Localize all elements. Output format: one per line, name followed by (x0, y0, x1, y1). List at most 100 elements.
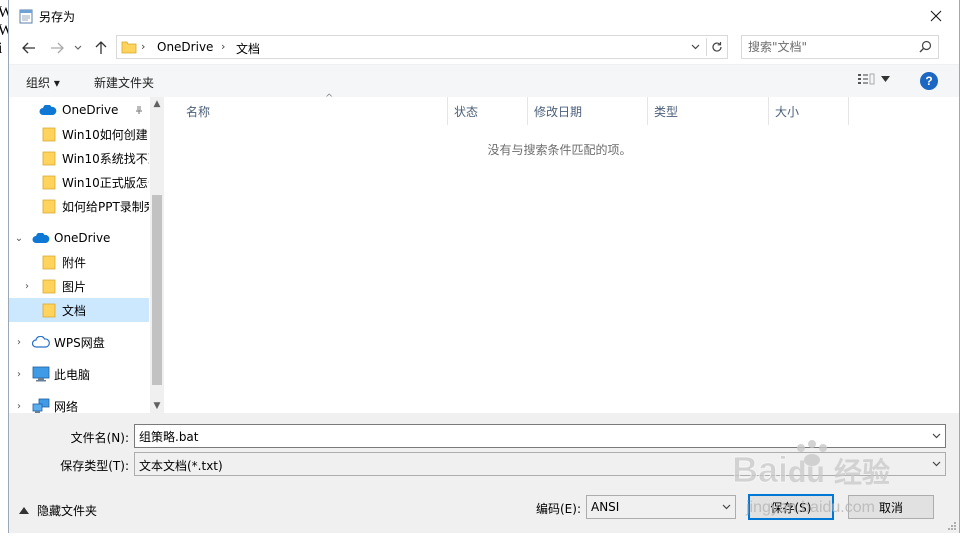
sidebar-item-label: 网络 (54, 399, 79, 414)
address-separator[interactable]: › (141, 40, 145, 53)
filename-dropdown-button[interactable] (929, 429, 943, 443)
chevron-down-icon (691, 44, 699, 50)
sidebar-item-label: OneDrive (62, 103, 119, 117)
search-box[interactable] (741, 35, 939, 59)
expander-expanded-icon[interactable]: ⌄ (13, 233, 25, 244)
sidebar-item-label: 如何给PPT录制旁 (62, 199, 149, 214)
column-header-label: 状态 (454, 104, 479, 119)
scroll-down-icon[interactable]: ▼ (150, 401, 164, 411)
column-header-status[interactable]: 状态 (448, 97, 528, 125)
encoding-select[interactable]: ANSI (586, 495, 736, 519)
dialog-title: 另存为 (39, 10, 76, 24)
new-folder-button[interactable]: 新建文件夹 (94, 74, 154, 91)
empty-list-message: 没有与搜索条件匹配的项。 (487, 143, 632, 157)
expander-collapsed-icon[interactable]: › (13, 369, 25, 380)
cloud-icon (32, 232, 50, 243)
address-bar[interactable]: › OneDrive › 文档 (116, 35, 728, 59)
close-button[interactable] (913, 0, 959, 31)
sidebar-item-label: 文档 (62, 303, 87, 318)
back-button[interactable] (18, 37, 40, 59)
sidebar-item-onedrive-pinned[interactable]: OneDrive (9, 98, 149, 122)
sidebar-item-pictures[interactable]: › 图片 (9, 274, 149, 298)
filetype-select[interactable]: 文本文档(*.txt) (134, 452, 946, 476)
scrollbar-thumb[interactable] (152, 195, 162, 385)
sidebar-item-label: Win10系统找不到 (62, 151, 149, 166)
cancel-button[interactable]: 取消 (848, 495, 934, 519)
up-button[interactable] (90, 37, 112, 59)
encoding-dropdown-button[interactable] (719, 500, 733, 514)
column-header-date-modified[interactable]: 修改日期 (528, 97, 648, 125)
notepad-icon (19, 9, 33, 24)
column-header-label: 大小 (775, 104, 800, 119)
sidebar-item-folder[interactable]: 如何给PPT录制旁 (9, 194, 149, 218)
sidebar-item-folder[interactable]: Win10系统找不到 (9, 146, 149, 170)
filetype-label: 保存类型(T): (60, 459, 129, 473)
folder-icon (42, 303, 56, 318)
scroll-up-icon[interactable]: ▲ (150, 99, 164, 109)
sidebar-item-label: OneDrive (54, 231, 111, 245)
address-segment-documents[interactable]: 文档 (236, 40, 260, 57)
chevron-up-icon (19, 507, 29, 514)
expander-collapsed-icon[interactable]: › (21, 281, 33, 292)
refresh-button[interactable] (706, 38, 726, 56)
chevron-down-icon (74, 45, 82, 50)
network-icon (32, 398, 50, 413)
folder-icon (121, 41, 137, 54)
address-separator[interactable]: › (221, 40, 225, 53)
chevron-down-icon (881, 76, 890, 82)
search-input[interactable] (748, 39, 908, 55)
save-options-panel: 文件名(N): 保存类型(T): 文本文档(*.txt) 隐藏文件夹 编码(E)… (9, 413, 959, 533)
chevron-down-icon (932, 461, 940, 467)
encoding-label: 编码(E): (536, 502, 581, 516)
sidebar-item-label: WPS网盘 (54, 335, 105, 350)
hide-folders-toggle[interactable]: 隐藏文件夹 (19, 502, 97, 519)
sidebar-item-wps-drive[interactable]: › WPS网盘 (9, 330, 149, 354)
arrow-left-icon (22, 42, 35, 54)
sidebar-item-label: Win10如何创建 (62, 127, 148, 142)
filetype-dropdown-button[interactable] (929, 457, 943, 471)
details-view-icon (858, 73, 875, 85)
save-button[interactable]: 保存(S) (748, 494, 834, 520)
sidebar-item-label: 附件 (62, 255, 87, 270)
recent-locations-button[interactable] (71, 37, 85, 59)
column-header-label: 类型 (654, 104, 679, 119)
sidebar-item-this-pc[interactable]: › 此电脑 (9, 362, 149, 386)
sidebar-item-folder[interactable]: Win10如何创建 (9, 122, 149, 146)
column-header-type[interactable]: 类型 (648, 97, 769, 125)
sidebar-item-label: 此电脑 (54, 367, 91, 382)
sidebar-item-onedrive[interactable]: ⌄ OneDrive (9, 226, 149, 250)
folder-icon (42, 175, 56, 190)
column-header-name[interactable]: 名称 ^ (180, 93, 448, 125)
folder-icon (42, 127, 56, 142)
sidebar-item-folder[interactable]: Win10正式版怎么 (9, 170, 149, 194)
folder-icon (42, 151, 56, 166)
sidebar-item-attachments[interactable]: 附件 (9, 250, 149, 274)
sidebar-item-network[interactable]: › 网络 (9, 394, 149, 413)
pin-icon (136, 106, 142, 114)
expander-collapsed-icon[interactable]: › (13, 337, 25, 348)
chevron-down-icon (932, 433, 940, 439)
change-view-button[interactable] (857, 73, 890, 85)
sidebar-item-documents[interactable]: 文档 (9, 298, 149, 322)
file-list[interactable]: 名称 ^ 状态 修改日期 类型 大小 没有与搜索条件匹配的项。 (166, 93, 953, 413)
search-icon (919, 40, 932, 53)
help-button[interactable]: ? (920, 72, 938, 90)
expander-collapsed-icon[interactable]: › (13, 401, 25, 412)
forward-button[interactable] (46, 37, 68, 59)
chevron-down-icon (722, 504, 730, 510)
filename-input[interactable] (139, 429, 868, 443)
sidebar-item-label: Win10正式版怎么 (62, 175, 149, 190)
title-bar[interactable]: 另存为 (9, 0, 959, 32)
cloud-icon (39, 104, 57, 115)
resize-grip-icon[interactable] (947, 521, 957, 531)
help-icon: ? (925, 74, 933, 88)
save-as-dialog: 另存为 › OneDrive › 文档 搜索"文档" 组织 ▾ 新建文件夹 ? … (8, 0, 960, 533)
navigation-scrollbar[interactable]: ▲ ▼ (150, 97, 164, 413)
address-segment-onedrive[interactable]: OneDrive (157, 40, 213, 54)
organize-menu[interactable]: 组织 ▾ (26, 74, 60, 91)
folder-icon (42, 199, 56, 214)
folder-icon (42, 279, 56, 294)
column-header-size[interactable]: 大小 (769, 97, 849, 125)
filename-combobox[interactable] (134, 424, 946, 448)
address-history-button[interactable] (687, 39, 703, 55)
